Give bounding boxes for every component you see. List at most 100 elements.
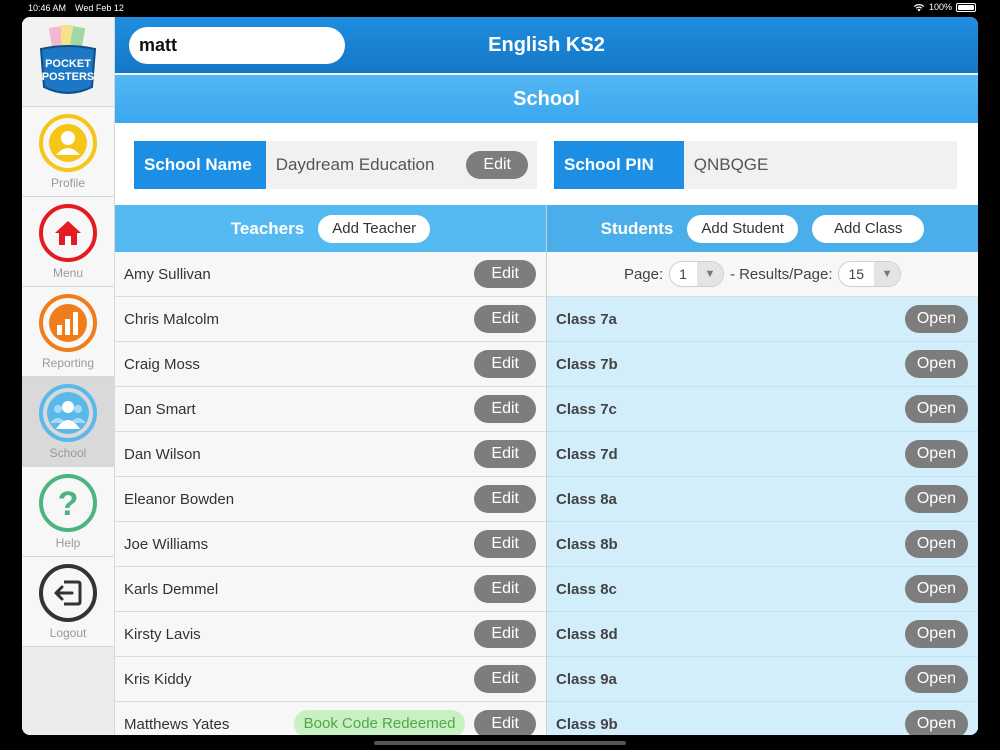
edit-teacher-button[interactable]: Edit [474,350,536,378]
sidebar-item-label: Help [55,535,81,550]
chevron-down-icon: ▼ [696,262,723,286]
group-icon [39,383,97,442]
person-icon [39,113,97,172]
students-header: Students Add Student Add Class [547,205,978,252]
battery-icon [956,2,976,12]
results-per-page-select[interactable]: 15 ▼ [838,261,902,287]
app-window: POCKET POSTERS Profile Menu Reporting Sc… [22,17,978,735]
teacher-row: Kirsty Lavis Edit [115,612,546,657]
teacher-row: Dan Wilson Edit [115,432,546,477]
class-row: Class 9b Open [547,702,978,735]
class-row: Class 7c Open [547,387,978,432]
page-label: Page: [623,265,664,283]
wifi-icon [913,3,925,11]
class-row: Class 7d Open [547,432,978,477]
add-class-button[interactable]: Add Class [811,214,925,243]
teacher-name: Kirsty Lavis [124,625,201,643]
teacher-name: Chris Malcolm [124,310,220,328]
logo: POCKET POSTERS [22,17,114,107]
teacher-name: Amy Sullivan [124,265,211,283]
edit-school-button[interactable]: Edit [466,151,528,179]
sidebar-item-label: Menu [52,265,84,280]
edit-teacher-button[interactable]: Edit [474,440,536,468]
class-name: Class 8c [556,580,617,598]
sidebar-item-label: Reporting [41,355,95,370]
home-icon [39,203,97,262]
teacher-row: Eleanor Bowden Edit [115,477,546,522]
svg-text:?: ? [58,485,79,521]
school-pin-field: School PIN QNBQGE [554,141,957,189]
class-row: Class 8d Open [547,612,978,657]
logo-line-1: POCKET [45,58,91,70]
class-name: Class 8d [556,625,618,643]
open-class-button[interactable]: Open [904,395,968,423]
edit-teacher-button[interactable]: Edit [474,710,536,735]
school-pin-value: QNBQGE [693,155,769,174]
sidebar-item-label: School [49,445,87,460]
question-icon: ? [39,473,97,532]
class-name: Class 7c [556,400,617,418]
teacher-row: Craig Moss Edit [115,342,546,387]
edit-teacher-button[interactable]: Edit [474,395,536,423]
teacher-list: Amy Sullivan Edit Chris Malcolm Edit Craig M… [115,252,546,735]
teacher-name: Dan Wilson [124,445,201,463]
main-content: English KS2 School School Name Daydream … [115,17,978,735]
section-title: School [115,75,978,123]
open-class-button[interactable]: Open [904,665,968,693]
pocket-posters-logo: POCKET POSTERS [39,24,97,94]
sidebar-item-school[interactable]: School [22,377,114,467]
open-class-button[interactable]: Open [904,350,968,378]
open-class-button[interactable]: Open [904,440,968,468]
page-select[interactable]: 1 ▼ [669,261,724,287]
open-class-button[interactable]: Open [904,575,968,603]
home-indicator[interactable] [374,741,626,745]
sidebar-item-label: Logout [49,625,87,640]
results-value: 15 [848,266,865,282]
teacher-name: Eleanor Bowden [124,490,235,508]
lists: Teachers Add Teacher Amy Sullivan Edit Chr… [115,205,978,735]
edit-teacher-button[interactable]: Edit [474,260,536,288]
status-bar: 10:46 AM Wed Feb 12 100% [0,0,1000,16]
class-name: Class 8b [556,535,618,553]
students-heading: Students [600,218,674,238]
open-class-button[interactable]: Open [904,485,968,513]
class-row: Class 9a Open [547,657,978,702]
class-row: Class 8b Open [547,522,978,567]
sidebar-item-help[interactable]: ? Help [22,467,114,557]
edit-teacher-button[interactable]: Edit [474,575,536,603]
logout-icon [39,563,97,622]
sidebar-item-logout[interactable]: Logout [22,557,114,647]
sidebar-item-reporting[interactable]: Reporting [22,287,114,377]
school-info: School Name Daydream Education Edit Scho… [115,123,978,207]
class-row: Class 7a Open [547,297,978,342]
open-class-button[interactable]: Open [904,710,968,735]
open-class-button[interactable]: Open [904,620,968,648]
open-class-button[interactable]: Open [904,530,968,558]
edit-teacher-button[interactable]: Edit [474,305,536,333]
teacher-name: Dan Smart [124,400,196,418]
class-row: Class 8c Open [547,567,978,612]
edit-teacher-button[interactable]: Edit [474,485,536,513]
sidebar-item-profile[interactable]: Profile [22,107,114,197]
add-student-button[interactable]: Add Student [687,214,798,243]
teacher-row: Amy Sullivan Edit [115,252,546,297]
class-name: Class 8a [556,490,617,508]
class-row: Class 8a Open [547,477,978,522]
page-value: 1 [679,266,687,282]
class-name: Class 7a [556,310,617,328]
teacher-row: Karls Demmel Edit [115,567,546,612]
add-teacher-button[interactable]: Add Teacher [318,214,431,243]
teacher-name: Karls Demmel [124,580,219,598]
sidebar: POCKET POSTERS Profile Menu Reporting Sc… [22,17,115,735]
edit-teacher-button[interactable]: Edit [474,620,536,648]
edit-teacher-button[interactable]: Edit [474,665,536,693]
teacher-row: Chris Malcolm Edit [115,297,546,342]
class-row: Class 7b Open [547,342,978,387]
teacher-row: Joe Williams Edit [115,522,546,567]
sidebar-item-menu[interactable]: Menu [22,197,114,287]
open-class-button[interactable]: Open [904,305,968,333]
school-name-label: School Name [134,141,266,189]
status-date: Wed Feb 12 [75,3,124,13]
battery-percent: 100% [928,2,952,12]
edit-teacher-button[interactable]: Edit [474,530,536,558]
